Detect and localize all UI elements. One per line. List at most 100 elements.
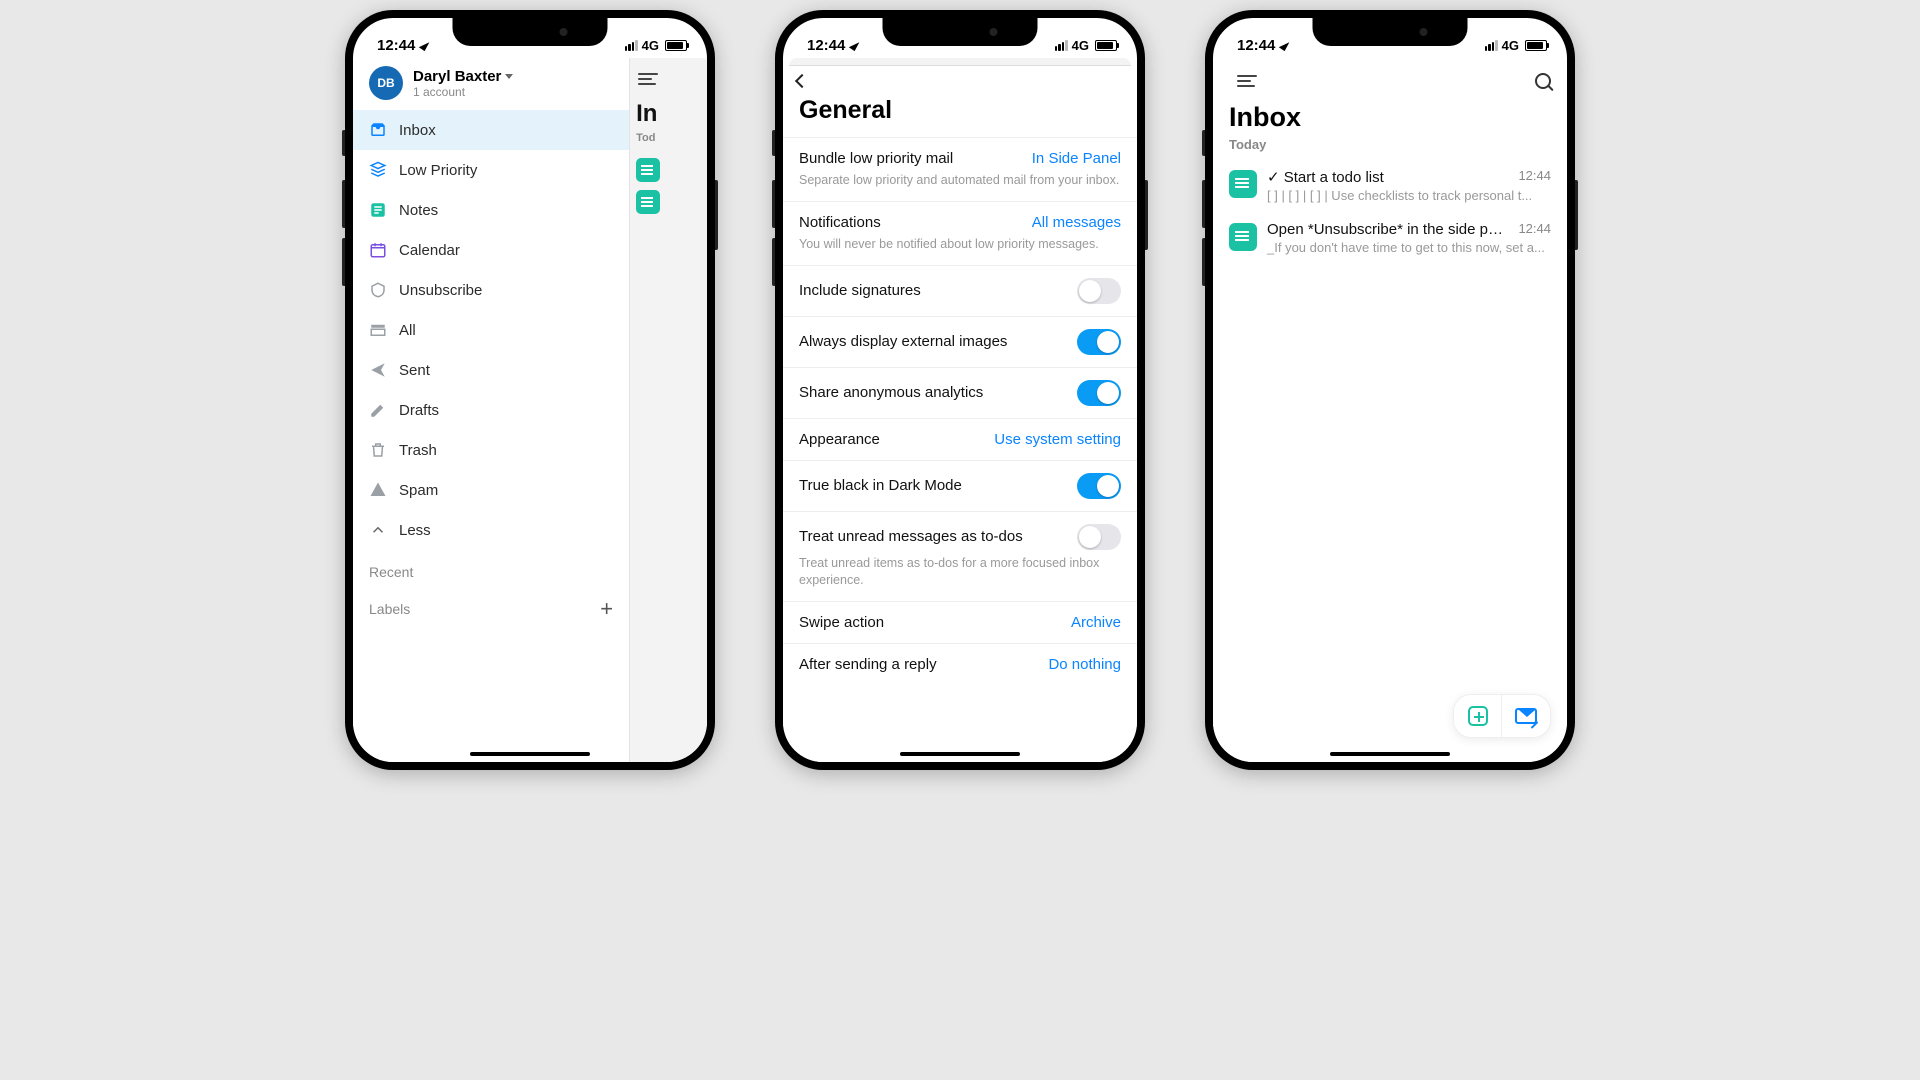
less-icon bbox=[369, 521, 387, 539]
home-indicator[interactable] bbox=[470, 752, 590, 756]
battery-icon bbox=[665, 40, 687, 51]
profile-subtitle: 1 account bbox=[413, 85, 513, 99]
toggle[interactable] bbox=[1077, 278, 1121, 304]
notes-icon bbox=[369, 201, 387, 219]
location-icon bbox=[849, 39, 860, 51]
sidebar-item-drafts[interactable]: Drafts bbox=[353, 390, 629, 430]
setting-appearance[interactable]: AppearanceUse system setting bbox=[783, 418, 1137, 460]
calendar-icon bbox=[369, 241, 387, 259]
status-network: 4G bbox=[642, 38, 659, 53]
sidebar-item-sent[interactable]: Sent bbox=[353, 350, 629, 390]
sidebar-item-less[interactable]: Less bbox=[353, 510, 629, 550]
all-icon bbox=[369, 321, 387, 339]
recent-header: Recent bbox=[353, 550, 629, 586]
toggle[interactable] bbox=[1077, 329, 1121, 355]
note-icon bbox=[1229, 170, 1257, 198]
unsubscribe-icon bbox=[369, 281, 387, 299]
sidebar-item-all[interactable]: All bbox=[353, 310, 629, 350]
sidebar-item-label: Unsubscribe bbox=[399, 282, 482, 299]
setting-external-images[interactable]: Always display external images bbox=[783, 316, 1137, 367]
setting-notifications[interactable]: NotificationsAll messages You will never… bbox=[783, 201, 1137, 265]
message-title: Open *Unsubscribe* in the side pan... bbox=[1267, 221, 1510, 238]
toggle[interactable] bbox=[1077, 524, 1121, 550]
sidebar-item-lowpriority[interactable]: Low Priority bbox=[353, 150, 629, 190]
toggle[interactable] bbox=[1077, 473, 1121, 499]
sidebar-item-label: Low Priority bbox=[399, 162, 477, 179]
message-row[interactable]: ✓ Start a todo list 12:44 [ ] | [ ] | [ ] … bbox=[1213, 160, 1567, 213]
trash-icon bbox=[369, 441, 387, 459]
sidebar-item-trash[interactable]: Trash bbox=[353, 430, 629, 470]
setting-swipe[interactable]: Swipe actionArchive bbox=[783, 601, 1137, 643]
today-label: Today bbox=[1213, 135, 1567, 160]
sidebar-item-label: Less bbox=[399, 522, 431, 539]
plus-icon bbox=[1468, 706, 1488, 726]
battery-icon bbox=[1095, 40, 1117, 51]
message-preview: [ ] | [ ] | [ ] | Use checklists to trac… bbox=[1267, 188, 1551, 203]
note-icon[interactable] bbox=[636, 158, 660, 182]
sidebar-item-spam[interactable]: Spam bbox=[353, 470, 629, 510]
compose-icon bbox=[1515, 708, 1537, 724]
location-icon bbox=[419, 39, 430, 51]
home-indicator[interactable] bbox=[900, 752, 1020, 756]
battery-icon bbox=[1525, 40, 1547, 51]
status-time: 12:44 bbox=[377, 37, 415, 54]
sidebar-item-label: Inbox bbox=[399, 122, 436, 139]
phone-mockup-3: 12:44 4G Inbox Today ✓ Start a todo list… bbox=[1205, 10, 1575, 770]
sidebar-item-inbox[interactable]: Inbox bbox=[353, 110, 629, 150]
phone-mockup-2: 12:44 4G General Bundle low priority mai… bbox=[775, 10, 1145, 770]
inbox-icon bbox=[369, 121, 387, 139]
inbox-title-peek: In bbox=[630, 94, 707, 130]
message-time: 12:44 bbox=[1518, 168, 1551, 186]
labels-header: Labels bbox=[369, 601, 410, 617]
profile-name: Daryl Baxter bbox=[413, 68, 501, 85]
message-title: ✓ Start a todo list bbox=[1267, 168, 1384, 186]
sidebar-item-label: Trash bbox=[399, 442, 437, 459]
today-label-peek: Tod bbox=[630, 130, 707, 150]
note-icon[interactable] bbox=[636, 190, 660, 214]
fab-container bbox=[1453, 694, 1551, 738]
setting-unread-todos[interactable]: Treat unread messages as to-dos Treat un… bbox=[783, 511, 1137, 601]
signal-icon bbox=[625, 40, 638, 51]
setting-after-send[interactable]: After sending a replyDo nothing bbox=[783, 643, 1137, 685]
setting-analytics[interactable]: Share anonymous analytics bbox=[783, 367, 1137, 418]
setting-trueblack[interactable]: True black in Dark Mode bbox=[783, 460, 1137, 511]
menu-button[interactable] bbox=[1229, 66, 1265, 96]
inbox-title: Inbox bbox=[1213, 98, 1567, 135]
toggle[interactable] bbox=[1077, 380, 1121, 406]
home-indicator[interactable] bbox=[1330, 752, 1450, 756]
sidebar-item-label: Drafts bbox=[399, 402, 439, 419]
sent-icon bbox=[369, 361, 387, 379]
spam-icon bbox=[369, 481, 387, 499]
message-preview: _If you don't have time to get to this n… bbox=[1267, 240, 1551, 255]
sidebar-item-calendar[interactable]: Calendar bbox=[353, 230, 629, 270]
setting-bundle[interactable]: Bundle low priority mailIn Side Panel Se… bbox=[783, 137, 1137, 201]
sidebar-item-label: Notes bbox=[399, 202, 438, 219]
sidebar-item-label: Calendar bbox=[399, 242, 460, 259]
sidebar-item-label: Sent bbox=[399, 362, 430, 379]
add-label-button[interactable]: + bbox=[600, 596, 613, 622]
back-button[interactable] bbox=[795, 74, 809, 88]
menu-button[interactable] bbox=[630, 64, 707, 94]
phone-mockup-1: 12:44 4G DB Daryl Baxter 1 account Inbox… bbox=[345, 10, 715, 770]
sidebar-item-notes[interactable]: Notes bbox=[353, 190, 629, 230]
sidebar-item-unsubscribe[interactable]: Unsubscribe bbox=[353, 270, 629, 310]
search-icon[interactable] bbox=[1535, 73, 1551, 89]
signal-icon bbox=[1485, 40, 1498, 51]
message-time: 12:44 bbox=[1518, 221, 1551, 238]
account-switcher[interactable]: DB Daryl Baxter 1 account bbox=[353, 58, 629, 110]
drafts-icon bbox=[369, 401, 387, 419]
setting-signatures[interactable]: Include signatures bbox=[783, 265, 1137, 316]
chevron-down-icon bbox=[505, 74, 513, 79]
main-peek: In Tod bbox=[629, 58, 707, 762]
compose-button[interactable] bbox=[1502, 695, 1550, 737]
signal-icon bbox=[1055, 40, 1068, 51]
location-icon bbox=[1279, 39, 1290, 51]
note-icon bbox=[1229, 223, 1257, 251]
sidebar: DB Daryl Baxter 1 account Inbox Low Prior… bbox=[353, 58, 629, 762]
message-row[interactable]: Open *Unsubscribe* in the side pan... 12:… bbox=[1213, 213, 1567, 265]
settings-title: General bbox=[783, 88, 1137, 137]
lowpriority-icon bbox=[369, 161, 387, 179]
sidebar-item-label: Spam bbox=[399, 482, 438, 499]
new-note-button[interactable] bbox=[1454, 695, 1502, 737]
sidebar-item-label: All bbox=[399, 322, 416, 339]
